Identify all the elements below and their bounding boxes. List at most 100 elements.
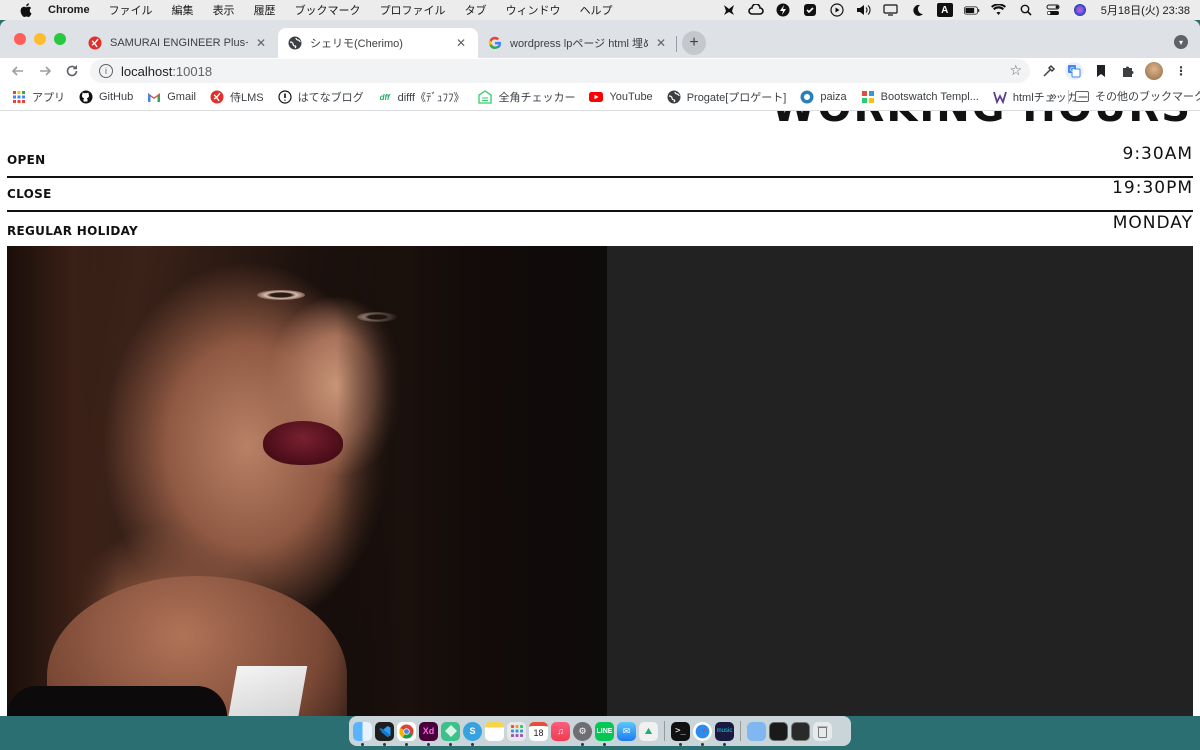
tab-wordpress-search[interactable]: wordpress lpページ html 埋め込 ✕: [478, 28, 678, 58]
menu-history[interactable]: 履歴: [254, 2, 276, 18]
bookmark-star-icon[interactable]: ☆: [1009, 62, 1022, 79]
extensions-puzzle-icon[interactable]: [1119, 62, 1137, 80]
dock-separator: [740, 721, 741, 741]
music-icon[interactable]: ♫: [551, 721, 570, 741]
tab-samurai-engineer[interactable]: SAMURAI ENGINEER Plus+ - E ✕: [78, 28, 278, 58]
xd-icon[interactable]: Xd: [419, 721, 438, 746]
profile-avatar[interactable]: [1145, 62, 1163, 80]
line-icon[interactable]: LINE: [595, 721, 614, 746]
creative-cloud-icon[interactable]: [748, 3, 764, 17]
input-source-icon[interactable]: A: [936, 3, 953, 17]
sourcetree-icon[interactable]: [441, 721, 460, 746]
github-icon: [79, 90, 93, 104]
calendar-icon[interactable]: 18: [529, 721, 548, 741]
window-icon[interactable]: [791, 721, 810, 741]
bookmarks-bar: アプリ GitHub Gmail 侍LMS はてなブログ dff difff《ﾃ…: [0, 84, 1200, 110]
menu-app-name[interactable]: Chrome: [48, 4, 90, 16]
macos-menu-bar: Chrome ファイル 編集 表示 履歴 ブックマーク プロファイル タブ ウィ…: [0, 0, 1200, 20]
chrome-icon[interactable]: [397, 721, 416, 746]
menu-bookmarks[interactable]: ブックマーク: [295, 2, 361, 18]
close-tab-icon[interactable]: ✕: [454, 36, 468, 50]
tab-cherimo[interactable]: シェリモ(Cherimo) ✕: [278, 28, 478, 58]
menu-tab[interactable]: タブ: [465, 2, 487, 18]
model-portrait-image: [7, 246, 607, 716]
hours-value: MONDAY: [1112, 213, 1193, 233]
control-center-icon[interactable]: [1045, 3, 1061, 17]
hero-section: [7, 246, 1193, 716]
dock-separator: [664, 721, 665, 741]
tab-search-button[interactable]: ▾: [1174, 35, 1188, 49]
close-tab-icon[interactable]: ✕: [254, 36, 268, 50]
zoom-window-button[interactable]: [54, 33, 66, 45]
web-page-viewport[interactable]: WORKING HOURS OPEN 9:30AM CLOSE 19:30PM …: [0, 110, 1200, 716]
hours-value: 19:30PM: [1112, 178, 1193, 198]
hours-row-open: OPEN 9:30AM: [7, 111, 1193, 178]
minimize-window-button[interactable]: [34, 33, 46, 45]
wifi-icon[interactable]: [991, 3, 1007, 17]
copilot-icon[interactable]: [721, 3, 737, 17]
bookmark-github[interactable]: GitHub: [79, 90, 133, 104]
bookmark-samurai-lms[interactable]: 侍LMS: [210, 89, 264, 105]
bookmark-label: 侍LMS: [229, 92, 264, 104]
bookmark-bootswatch[interactable]: Bootswatch Templ...: [861, 90, 979, 104]
bookmark-label: はてなブログ: [297, 92, 364, 104]
launchpad-icon[interactable]: [507, 721, 526, 741]
globe-icon: [667, 90, 681, 104]
site-info-icon[interactable]: i: [99, 64, 113, 78]
spotlight-icon[interactable]: [1018, 3, 1034, 17]
battery-icon[interactable]: [963, 3, 980, 17]
address-bar[interactable]: i localhost:10018 ☆: [90, 59, 1030, 83]
moon-icon[interactable]: [910, 3, 926, 17]
bookmarks-overflow-button[interactable]: »: [1050, 89, 1057, 103]
system-preferences-icon[interactable]: ⚙: [573, 721, 592, 746]
safari-icon[interactable]: [693, 721, 712, 746]
reload-button[interactable]: [62, 61, 82, 81]
amazon-music-icon[interactable]: music: [715, 721, 734, 746]
menu-file[interactable]: ファイル: [109, 2, 153, 18]
menu-bar-clock[interactable]: 5月18日(火) 23:38: [1101, 2, 1190, 18]
preview-icon[interactable]: ⛰: [639, 721, 658, 741]
volume-icon[interactable]: [856, 3, 872, 17]
close-window-button[interactable]: [14, 33, 26, 45]
eyedropper-extension-icon[interactable]: [1040, 62, 1058, 80]
translate-extension-icon[interactable]: G: [1065, 62, 1083, 80]
menu-view[interactable]: 表示: [213, 2, 235, 18]
menu-profiles[interactable]: プロファイル: [380, 2, 446, 18]
bookmark-youtube[interactable]: YouTube: [589, 90, 653, 104]
forward-button[interactable]: [35, 61, 55, 81]
folder-icon[interactable]: [747, 721, 766, 741]
macos-dock: Xd S 18 ♫ ⚙ LINE ✉ ⛰ >_ music: [349, 716, 851, 746]
new-tab-button[interactable]: +: [682, 31, 706, 55]
chrome-menu-icon[interactable]: ⋮: [1172, 62, 1190, 80]
skitch-icon[interactable]: S: [463, 721, 482, 746]
menu-window[interactable]: ウィンドウ: [506, 2, 561, 18]
screenshot-icon[interactable]: [769, 721, 788, 741]
bookmark-difff[interactable]: dff difff《ﾃﾞｭﾌﾌ》: [378, 89, 465, 105]
notes-icon[interactable]: [485, 721, 504, 741]
bookmark-extension-icon[interactable]: [1092, 62, 1110, 80]
trash-icon[interactable]: [813, 721, 832, 741]
other-bookmarks-folder[interactable]: その他のブックマーク: [1075, 88, 1200, 104]
apple-menu-icon[interactable]: [18, 3, 34, 17]
dark-garment-shape: [7, 686, 227, 716]
terminal-icon[interactable]: >_: [671, 721, 690, 746]
vscode-icon[interactable]: [375, 721, 394, 746]
difff-icon: dff: [379, 92, 390, 102]
display-icon[interactable]: [883, 3, 899, 17]
back-button[interactable]: [8, 61, 28, 81]
bookmark-progate[interactable]: Progate[プロゲート]: [667, 89, 786, 105]
bookmark-hatena[interactable]: はてなブログ: [278, 89, 364, 105]
bolt-icon[interactable]: [775, 3, 791, 17]
bookmark-paiza[interactable]: paiza: [800, 90, 847, 104]
menu-help[interactable]: ヘルプ: [580, 2, 613, 18]
menu-edit[interactable]: 編集: [172, 2, 194, 18]
bookmark-zenkaku-checker[interactable]: 全角チェッカー: [478, 89, 575, 105]
bookmark-gmail[interactable]: Gmail: [147, 90, 196, 104]
play-icon[interactable]: [829, 3, 845, 17]
finder-icon[interactable]: [353, 721, 372, 746]
mail-icon[interactable]: ✉: [617, 721, 636, 741]
check-icon[interactable]: [802, 3, 818, 17]
siri-icon[interactable]: [1072, 3, 1088, 17]
bookmark-apps[interactable]: アプリ: [12, 89, 65, 105]
close-tab-icon[interactable]: ✕: [654, 36, 668, 50]
